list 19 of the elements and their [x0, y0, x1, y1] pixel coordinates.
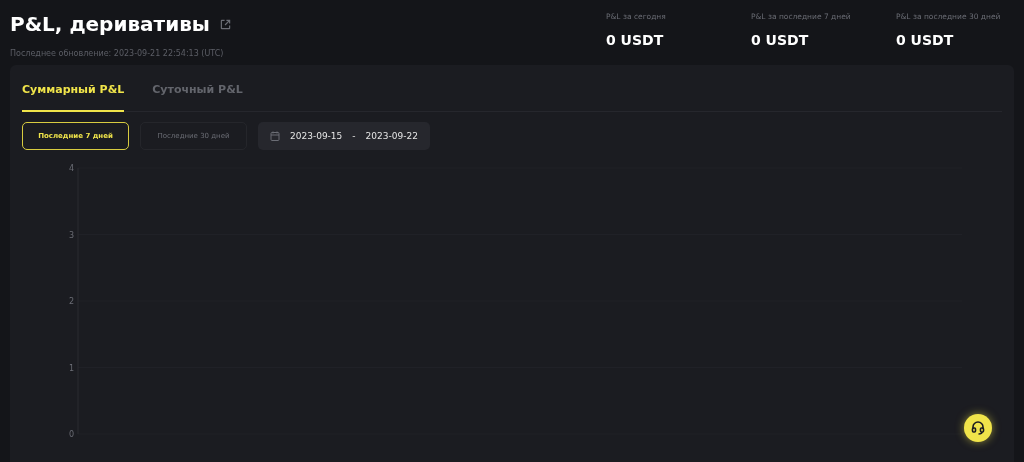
y-axis-label: 0 — [68, 430, 74, 439]
y-axis-label: 3 — [68, 230, 74, 240]
date-separator: - — [352, 131, 356, 141]
last-updated-text: Последнее обновление: 2023-09-21 22:54:13 (UTC) — [10, 49, 225, 58]
support-button[interactable] — [964, 414, 992, 442]
stat-value: 0 USDT — [896, 32, 955, 48]
external-link-icon[interactable] — [219, 18, 231, 30]
stat-value: 0 USDT — [606, 32, 665, 48]
y-axis-label: 4 — [68, 164, 74, 173]
date-from: 2023-09-15 — [290, 131, 343, 141]
tab[interactable]: Суммарный P&L — [22, 83, 125, 112]
page-title: P&L, деривативы — [10, 12, 210, 36]
calendar-icon — [270, 131, 280, 141]
y-axis-label: 1 — [68, 363, 74, 373]
date-to: 2023-09-22 — [365, 131, 418, 141]
date-range-picker[interactable]: 2023-09-15 - 2023-09-22 — [258, 122, 430, 150]
stat-value: 0 USDT — [751, 32, 810, 48]
headset-icon — [970, 420, 986, 436]
y-axis-label: 2 — [68, 297, 74, 306]
